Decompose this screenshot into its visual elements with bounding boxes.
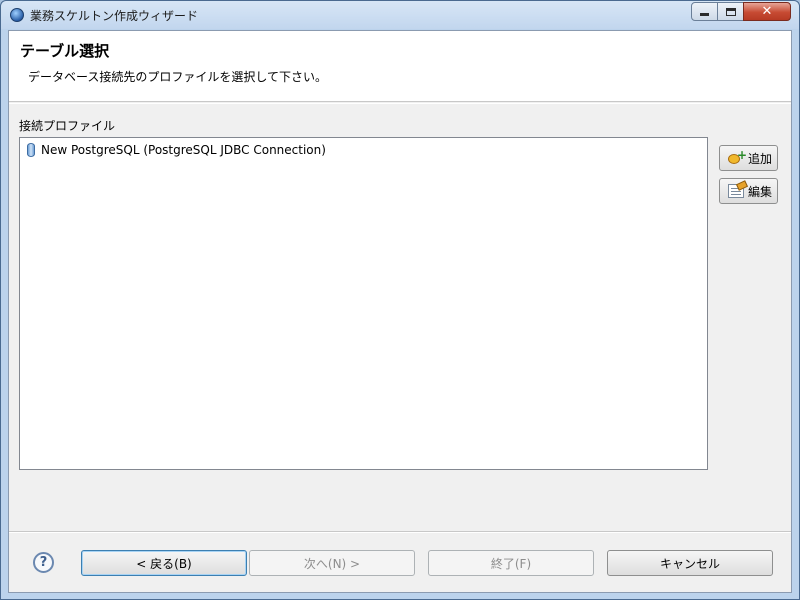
profile-list-label: 接続プロファイル [19,119,116,133]
add-button-label: 追加 [748,151,773,166]
window-title: 業務スケルトン作成ウィザード [30,9,199,23]
close-button[interactable]: ✕ [743,2,791,21]
footer-separator-highlight [9,532,791,533]
wizard-window: 業務スケルトン作成ウィザード ✕ テーブル選択 データベース接続先のプロファイル… [0,0,800,600]
minimize-icon [700,13,709,16]
wizard-client-area: テーブル選択 データベース接続先のプロファイルを選択して下さい。 接続プロファイ… [8,30,792,593]
header-separator [9,103,791,104]
minimize-button[interactable] [691,2,718,21]
list-item-label: New PostgreSQL (PostgreSQL JDBC Connecti… [41,143,326,157]
edit-icon [728,184,744,198]
edit-button[interactable]: 編集 [719,178,778,204]
app-icon [10,8,24,22]
page-description: データベース接続先のプロファイルを選択して下さい。 [28,70,328,84]
cancel-button[interactable]: キャンセル [607,550,773,576]
maximize-icon [725,7,736,16]
next-button[interactable]: 次へ(N) > [249,550,415,576]
back-button[interactable]: < 戻る(B) [81,550,247,576]
profile-list[interactable]: New PostgreSQL (PostgreSQL JDBC Connecti… [19,137,708,470]
help-icon[interactable]: ? [33,552,54,573]
add-connection-icon [728,148,747,164]
add-button[interactable]: 追加 [719,145,778,171]
page-title: テーブル選択 [20,42,110,60]
edit-button-label: 編集 [748,184,773,199]
maximize-button[interactable] [717,2,744,21]
title-bar[interactable]: 業務スケルトン作成ウィザード ✕ [1,1,799,29]
close-icon: ✕ [761,4,773,19]
list-item[interactable]: New PostgreSQL (PostgreSQL JDBC Connecti… [27,143,326,157]
wizard-header: テーブル選択 データベース接続先のプロファイルを選択して下さい。 [9,31,791,102]
finish-button[interactable]: 終了(F) [428,550,594,576]
database-icon [27,143,35,157]
